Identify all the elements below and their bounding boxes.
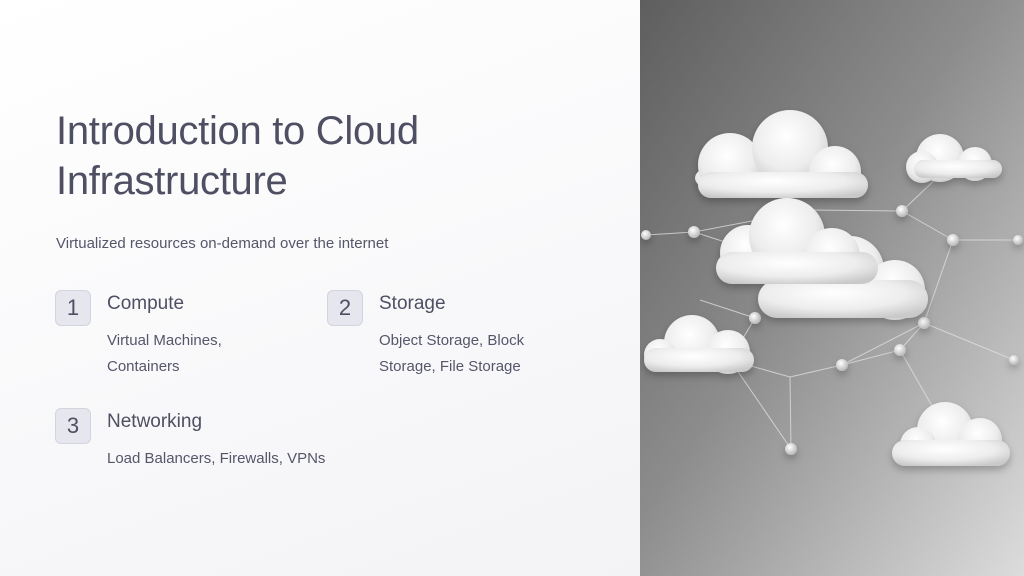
slide-subtitle: Virtualized resources on-demand over the… — [56, 235, 389, 252]
cloud-network-image — [640, 0, 1024, 576]
slide-title: Introduction to Cloud Infrastructure — [56, 109, 419, 203]
cloud-network-illustration — [640, 0, 1024, 576]
feature-number-badge: 3 — [55, 408, 91, 444]
feature-title: Compute — [107, 293, 185, 314]
feature-title: Storage — [379, 293, 446, 314]
feature-number-badge: 2 — [327, 290, 363, 326]
feature-description: Virtual Machines, Containers — [107, 332, 222, 375]
slide: Introduction to Cloud Infrastructure Vir… — [0, 0, 1024, 576]
feature-description: Load Balancers, Firewalls, VPNs — [107, 450, 326, 467]
feature-title: Networking — [107, 411, 203, 432]
feature-number-badge: 1 — [55, 290, 91, 326]
content-panel: Introduction to Cloud Infrastructure Vir… — [0, 0, 640, 576]
feature-description: Object Storage, Block Storage, File Stor… — [379, 332, 525, 375]
